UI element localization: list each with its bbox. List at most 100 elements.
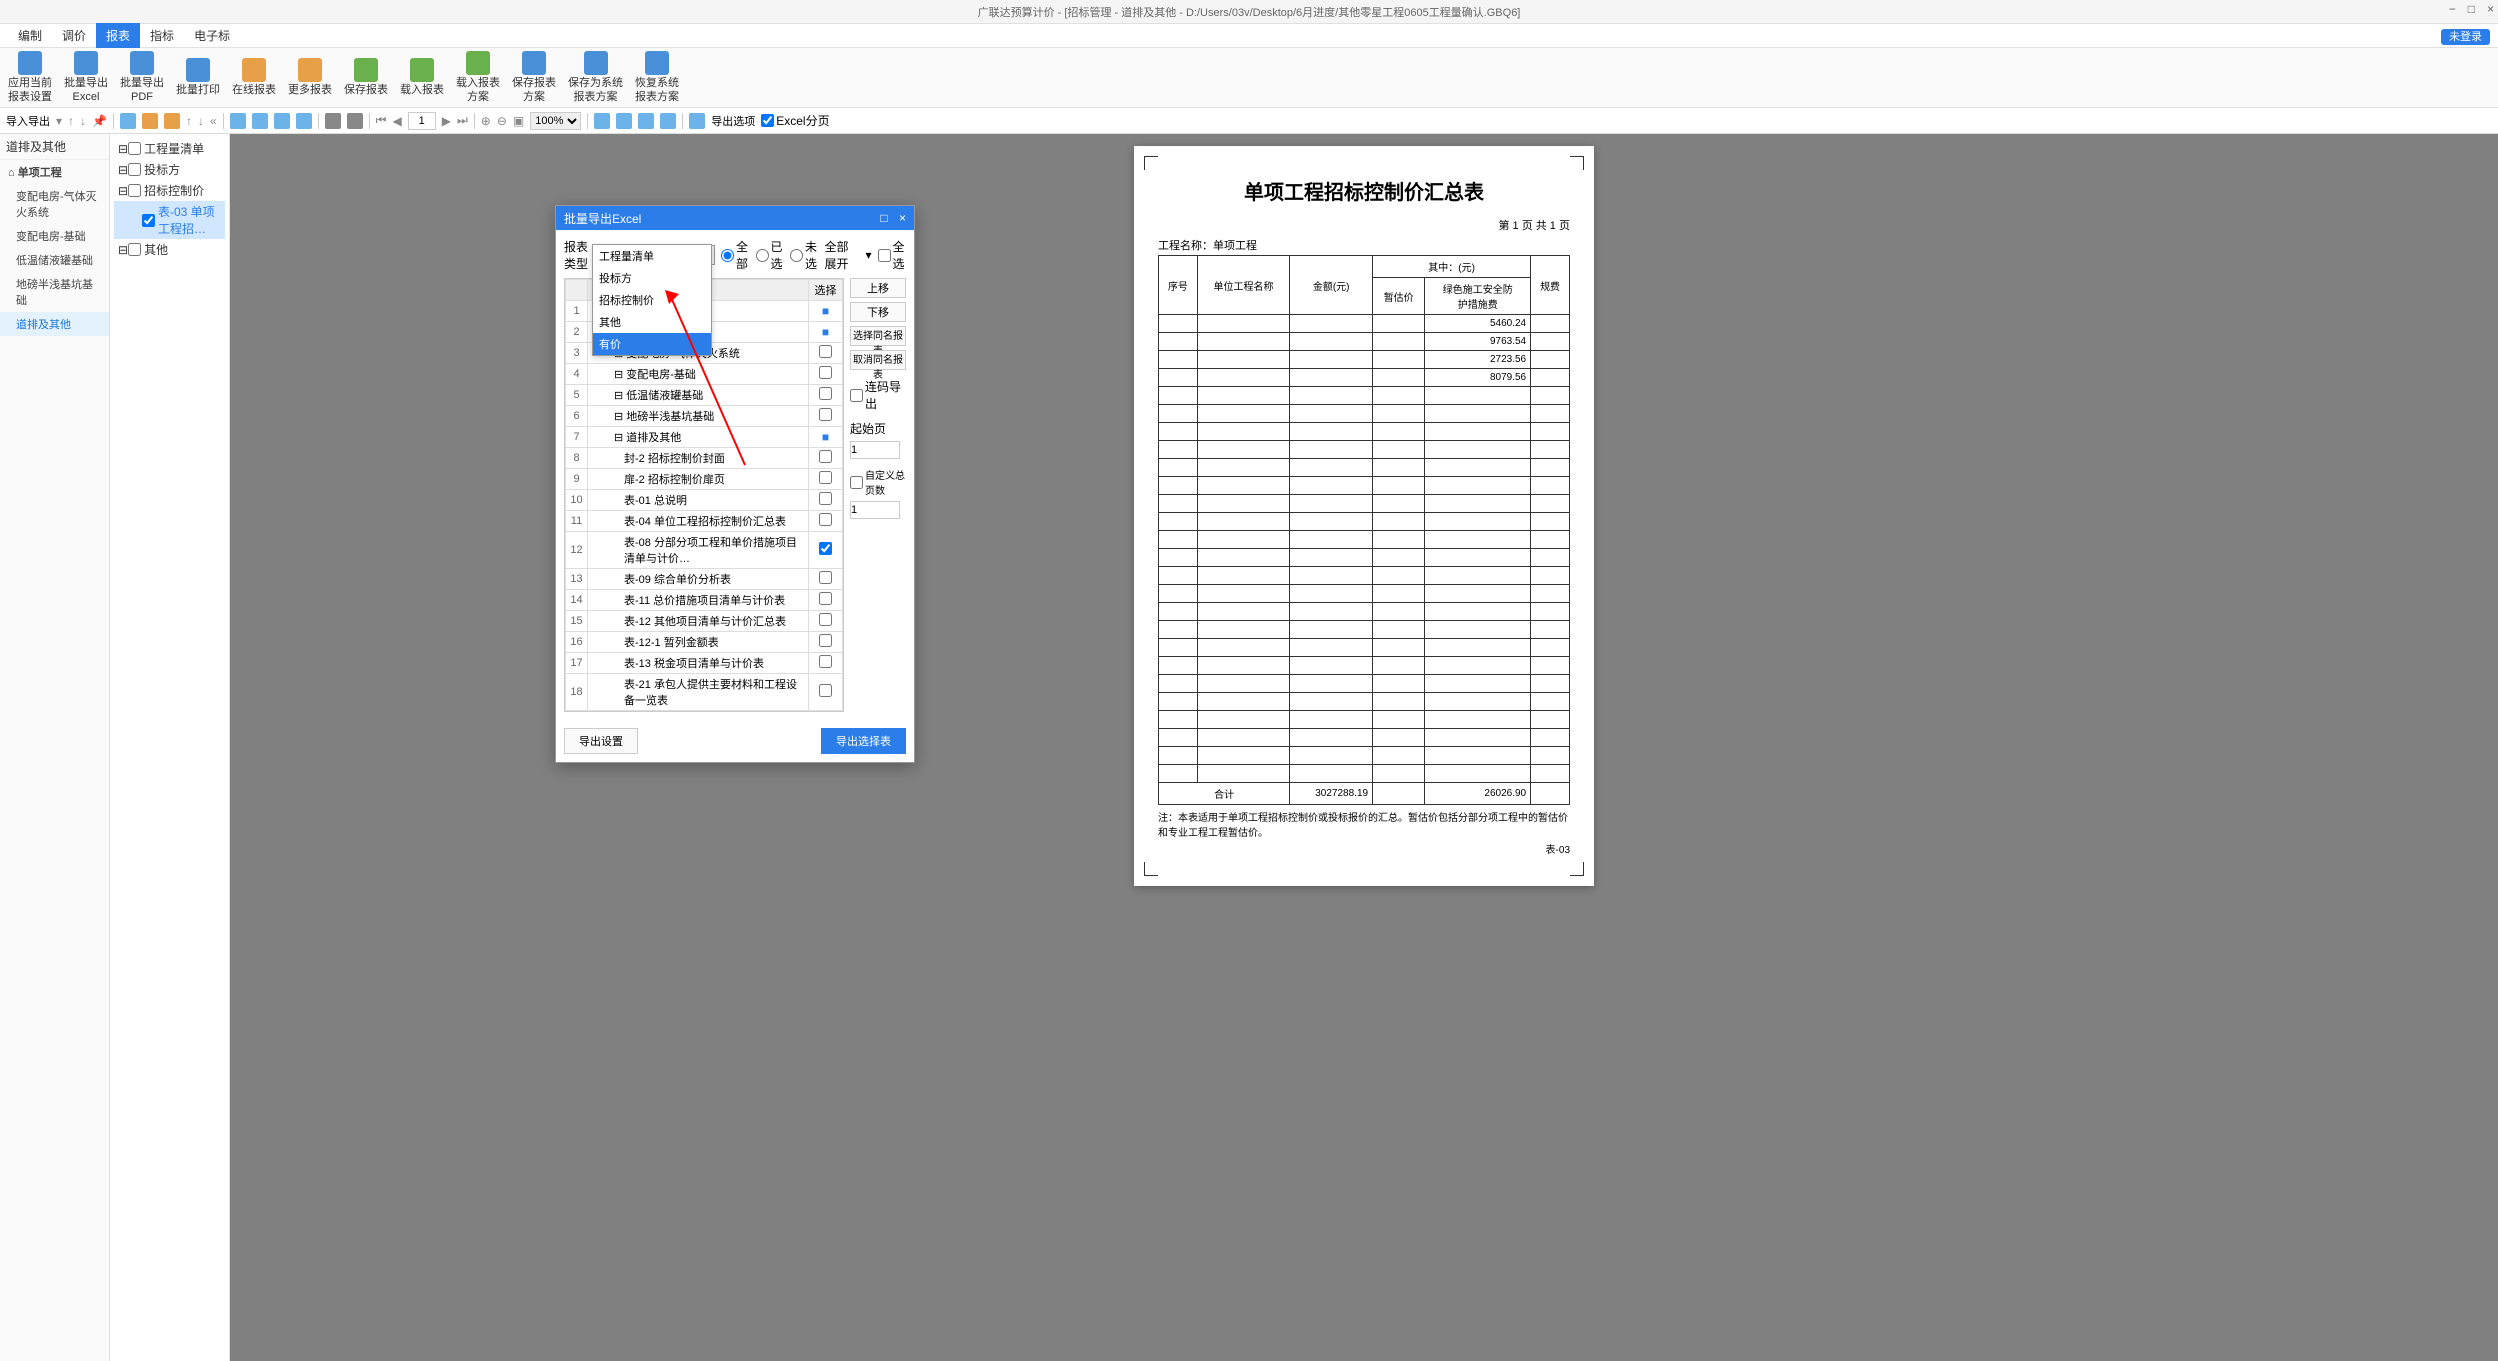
tool-icon[interactable] [325,113,341,129]
export-selected-button[interactable]: 导出选择表 [821,728,906,754]
radio-selected[interactable]: 已选 [756,238,784,272]
list-item[interactable]: 11表-04 单位工程招标控制价汇总表 [566,511,843,532]
menu-tab-compile[interactable]: 编制 [8,23,52,48]
dialog-close-icon[interactable]: × [899,211,906,225]
menu-tab-report[interactable]: 报表 [96,23,140,48]
project-item[interactable]: 低温储液罐基础 [0,248,109,272]
menu-tab-adjust[interactable]: 调价 [52,23,96,48]
tool-icon[interactable] [230,113,246,129]
ribbon-item[interactable]: 在线报表 [232,58,276,97]
list-item[interactable]: 12表-08 分部分项工程和单价措施项目清单与计价… [566,532,843,569]
tool-icon[interactable] [616,113,632,129]
move-up-button[interactable]: 上移 [850,278,906,298]
project-item[interactable]: 变配电房-气体灭火系统 [0,184,109,224]
pin-icon[interactable]: 📌 [92,114,107,128]
close-icon[interactable]: × [2487,2,2494,16]
tool-icon[interactable] [638,113,654,129]
maximize-icon[interactable]: □ [2468,2,2475,16]
dropdown-icon[interactable]: ▾ [56,114,62,128]
tool-icon[interactable] [252,113,268,129]
cancel-same-button[interactable]: 取消同名报表 [850,350,906,370]
tool-icon[interactable] [142,113,158,129]
down-icon[interactable]: ↓ [80,114,86,128]
ribbon-item[interactable]: 保存报表方案 [512,51,556,103]
tool-icon[interactable] [164,113,180,129]
last-page-icon[interactable]: ⏭ [457,113,468,128]
list-item[interactable]: 9扉-2 招标控制价扉页 [566,469,843,490]
tool-icon[interactable] [274,113,290,129]
custom-total-check[interactable] [850,476,863,489]
list-item[interactable]: 13表-09 综合单价分析表 [566,569,843,590]
list-item[interactable]: 8封-2 招标控制价封面 [566,448,843,469]
export-options-label[interactable]: 导出选项 [711,113,755,129]
zoom-in-icon[interactable]: ⊕ [481,114,491,128]
ribbon-item[interactable]: 载入报表方案 [456,51,500,103]
page-input[interactable] [408,112,436,130]
up-icon[interactable]: ↑ [186,114,192,128]
tree-node[interactable]: ⊟ 其他 [114,239,225,260]
export-options-icon[interactable] [689,113,705,129]
next-page-icon[interactable]: ▶ [442,114,451,128]
menu-tab-ebid[interactable]: 电子标 [184,23,240,48]
first-page-icon[interactable]: ⏮ [376,113,387,128]
select-same-button[interactable]: 选择同名报表 [850,326,906,346]
list-item[interactable]: 5⊟ 低温储液罐基础 [566,385,843,406]
up-icon[interactable]: ↑ [68,114,74,128]
project-item[interactable]: 变配电房-基础 [0,224,109,248]
tool-icon[interactable] [296,113,312,129]
chevron-down-icon[interactable]: ▾ [866,248,872,262]
login-badge[interactable]: 未登录 [2441,29,2490,45]
zoom-out-icon[interactable]: ⊖ [497,114,507,128]
tree-node[interactable]: ⊟ 招标控制价 [114,180,225,201]
dropdown-option[interactable]: 其他 [593,311,711,333]
expand-all[interactable]: 全部展开 [824,238,859,272]
dropdown-option[interactable]: 投标方 [593,267,711,289]
ribbon-item[interactable]: 恢复系统报表方案 [635,51,679,103]
dialog-maximize-icon[interactable]: □ [880,211,887,225]
list-item[interactable]: 7⊟ 道排及其他■ [566,427,843,448]
menu-tab-index[interactable]: 指标 [140,23,184,48]
start-page-input[interactable] [850,441,900,459]
ribbon-item[interactable]: 更多报表 [288,58,332,97]
list-item[interactable]: 15表-12 其他项目清单与计价汇总表 [566,611,843,632]
dialog-header[interactable]: 批量导出Excel □ × [556,206,914,230]
radio-all[interactable]: 全部 [721,238,749,272]
list-item[interactable]: 16表-12-1 暂列金额表 [566,632,843,653]
move-down-button[interactable]: 下移 [850,302,906,322]
ribbon-item[interactable]: 批量打印 [176,58,220,97]
list-item[interactable]: 6⊟ 地磅半浅基坑基础 [566,406,843,427]
ribbon-item[interactable]: 批量导出PDF [120,51,164,103]
custom-total-input[interactable] [850,501,900,519]
dropdown-option[interactable]: 工程量清单 [593,245,711,267]
fit-icon[interactable]: ▣ [513,114,524,128]
select-all-check[interactable]: 全选 [878,238,906,272]
list-item[interactable]: 14表-11 总价措施项目清单与计价表 [566,590,843,611]
tree-node[interactable]: ⊟ 投标方 [114,159,225,180]
tool-icon[interactable] [347,113,363,129]
radio-unselected[interactable]: 未选 [790,238,818,272]
export-settings-button[interactable]: 导出设置 [564,728,638,754]
ribbon-item[interactable]: 载入报表 [400,58,444,97]
tool-icon[interactable] [594,113,610,129]
tool-icon[interactable] [660,113,676,129]
project-item[interactable]: ⌂ 单项工程 [0,160,109,184]
tree-node[interactable]: ⊟ 工程量清单 [114,138,225,159]
tool-icon[interactable] [120,113,136,129]
down-icon[interactable]: ↓ [198,114,204,128]
project-item[interactable]: 道排及其他 [0,312,109,336]
project-item[interactable]: 地磅半浅基坑基础 [0,272,109,312]
dropdown-option[interactable]: 招标控制价 [593,289,711,311]
minimize-icon[interactable]: − [2449,2,2456,16]
list-item[interactable]: 17表-13 税金项目清单与计价表 [566,653,843,674]
ribbon-item[interactable]: 保存为系统报表方案 [568,51,623,103]
collapse-icon[interactable]: « [210,114,217,128]
ribbon-item[interactable]: 批量导出Excel [64,51,108,103]
ribbon-item[interactable]: 应用当前报表设置 [8,51,52,103]
list-item[interactable]: 4⊟ 变配电房-基础 [566,364,843,385]
tree-node[interactable]: 表-03 单项工程招… [114,201,225,239]
dropdown-option[interactable]: 有价 [593,333,711,355]
prev-page-icon[interactable]: ◀ [392,114,401,128]
list-item[interactable]: 18表-21 承包人提供主要材料和工程设备一览表 [566,674,843,711]
zoom-select[interactable]: 100% [530,112,581,130]
continuous-check[interactable] [850,389,863,402]
